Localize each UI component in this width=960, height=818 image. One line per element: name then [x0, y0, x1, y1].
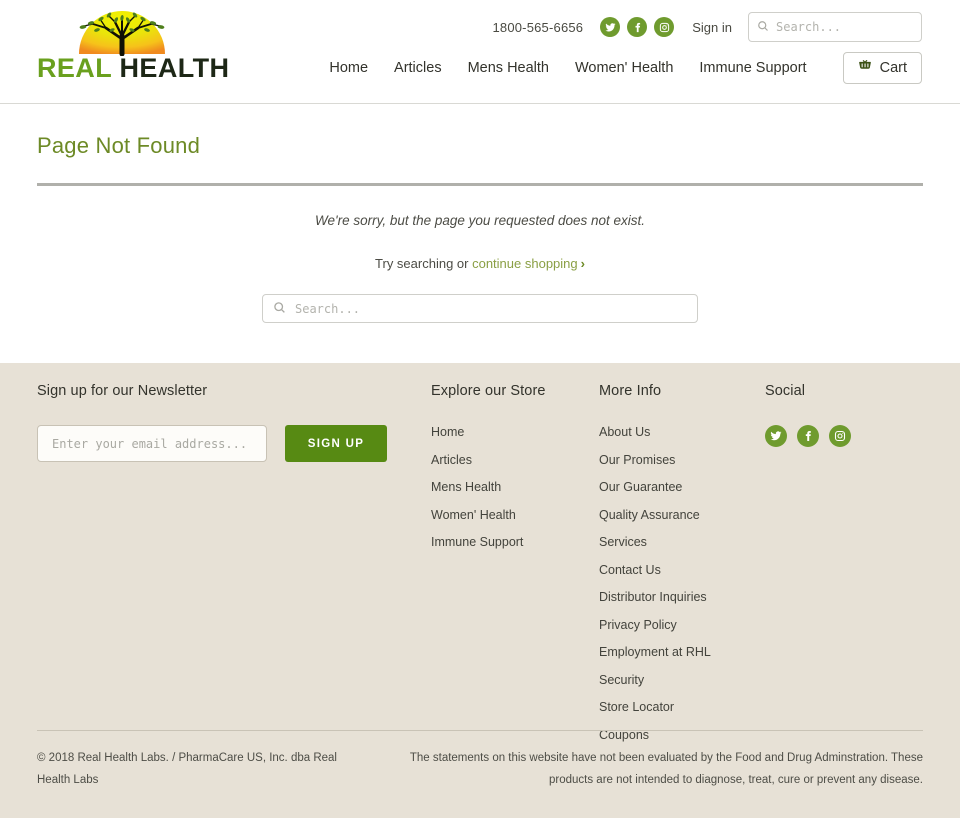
search-icon [757, 20, 769, 35]
twitter-icon[interactable] [600, 17, 621, 37]
newsletter-signup-button[interactable]: SIGN UP [285, 425, 387, 462]
footer-link-store-locator[interactable]: Store Locator [599, 700, 765, 714]
instagram-icon[interactable] [654, 17, 675, 37]
cart-button[interactable]: Cart [842, 52, 922, 84]
nav-item-immune-support[interactable]: Immune Support [699, 60, 806, 76]
newsletter-email-input[interactable] [37, 425, 267, 462]
social-title: Social [765, 383, 806, 399]
footer-link-immune-support[interactable]: Immune Support [431, 535, 599, 549]
main-content: Page Not Found We're sorry, but the page… [0, 104, 960, 363]
twitter-icon[interactable] [765, 425, 787, 447]
footer-link-privacy-policy[interactable]: Privacy Policy [599, 618, 765, 632]
nav-item-mens-health[interactable]: Mens Health [468, 60, 549, 76]
newsletter-title: Sign up for our Newsletter [37, 383, 208, 399]
footer-columns: Sign up for our Newsletter SIGN UP Explo… [37, 363, 923, 755]
site-footer: Sign up for our Newsletter SIGN UP Explo… [0, 363, 960, 818]
tree-logo-icon [57, 6, 187, 57]
footer-link-mens-health[interactable]: Mens Health [431, 480, 599, 494]
footer-social-links [765, 425, 923, 447]
footer-more-info-column: More Info About Us Our Promises Our Guar… [599, 383, 765, 755]
fda-disclaimer: The statements on this website have not … [409, 752, 923, 787]
not-found-message: We're sorry, but the page you requested … [314, 213, 646, 228]
footer-link-employment[interactable]: Employment at RHL [599, 645, 765, 659]
sign-in-link[interactable]: Sign in [692, 20, 732, 35]
try-searching-line: Try searching or continue shopping › [37, 256, 923, 271]
footer-link-distributor-inquiries[interactable]: Distributor Inquiries [599, 590, 765, 604]
footer-link-quality-assurance[interactable]: Quality Assurance [599, 508, 765, 522]
cart-label: Cart [879, 60, 907, 76]
newsletter-form: SIGN UP [37, 425, 431, 462]
footer-link-contact-us[interactable]: Contact Us [599, 563, 765, 577]
chevron-right-icon: › [580, 256, 585, 271]
main-navigation: Home Articles Mens Health Women' Health … [329, 52, 922, 84]
continue-shopping-link[interactable]: continue shopping [472, 256, 578, 271]
footer-link-services[interactable]: Services [599, 535, 765, 549]
footer-link-articles[interactable]: Articles [431, 453, 599, 467]
logo-word-health: HEALTH [111, 53, 230, 83]
footer-link-womens-health[interactable]: Women' Health [431, 508, 599, 522]
try-prefix-text: Try searching or [375, 256, 473, 271]
header-search-box[interactable] [748, 12, 922, 42]
header-search-input[interactable] [776, 20, 913, 34]
facebook-icon[interactable] [627, 17, 648, 37]
phone-number: 1800-565-6656 [492, 19, 584, 35]
header-utility-bar: 1800-565-6656 Sign in [492, 12, 922, 42]
footer-link-our-guarantee[interactable]: Our Guarantee [599, 480, 765, 494]
copyright-link[interactable]: © 2018 Real Health Labs. [37, 752, 169, 764]
nav-item-home[interactable]: Home [329, 60, 368, 76]
footer-link-about-us[interactable]: About Us [599, 425, 765, 439]
footer-newsletter-column: Sign up for our Newsletter SIGN UP [37, 383, 431, 755]
copyright-text: © 2018 Real Health Labs. / PharmaCare US… [37, 747, 367, 792]
title-divider [37, 183, 923, 186]
footer-store-column: Explore our Store Home Articles Mens Hea… [431, 383, 599, 755]
footer-bottom-bar: © 2018 Real Health Labs. / PharmaCare US… [37, 730, 923, 792]
page-title: Page Not Found [37, 133, 201, 158]
search-icon [273, 301, 286, 317]
basket-icon [858, 59, 872, 77]
site-logo[interactable]: REAL HEALTH [37, 6, 230, 90]
site-header: REAL HEALTH 1800-565-6656 Sign in Home A… [0, 0, 960, 104]
page-search-box[interactable] [262, 294, 698, 323]
footer-social-column: Social [765, 383, 923, 755]
nav-item-articles[interactable]: Articles [394, 60, 442, 76]
more-info-title: More Info [599, 383, 662, 399]
explore-store-title: Explore our Store [431, 383, 546, 399]
footer-link-our-promises[interactable]: Our Promises [599, 453, 765, 467]
logo-wordmark: REAL HEALTH [37, 53, 230, 84]
logo-word-real: REAL [37, 53, 112, 83]
facebook-icon[interactable] [797, 425, 819, 447]
footer-link-home[interactable]: Home [431, 425, 599, 439]
instagram-icon[interactable] [829, 425, 851, 447]
footer-link-security[interactable]: Security [599, 673, 765, 687]
header-social-links [600, 17, 675, 37]
page-search-input[interactable] [295, 301, 687, 316]
nav-item-womens-health[interactable]: Women' Health [575, 60, 673, 76]
